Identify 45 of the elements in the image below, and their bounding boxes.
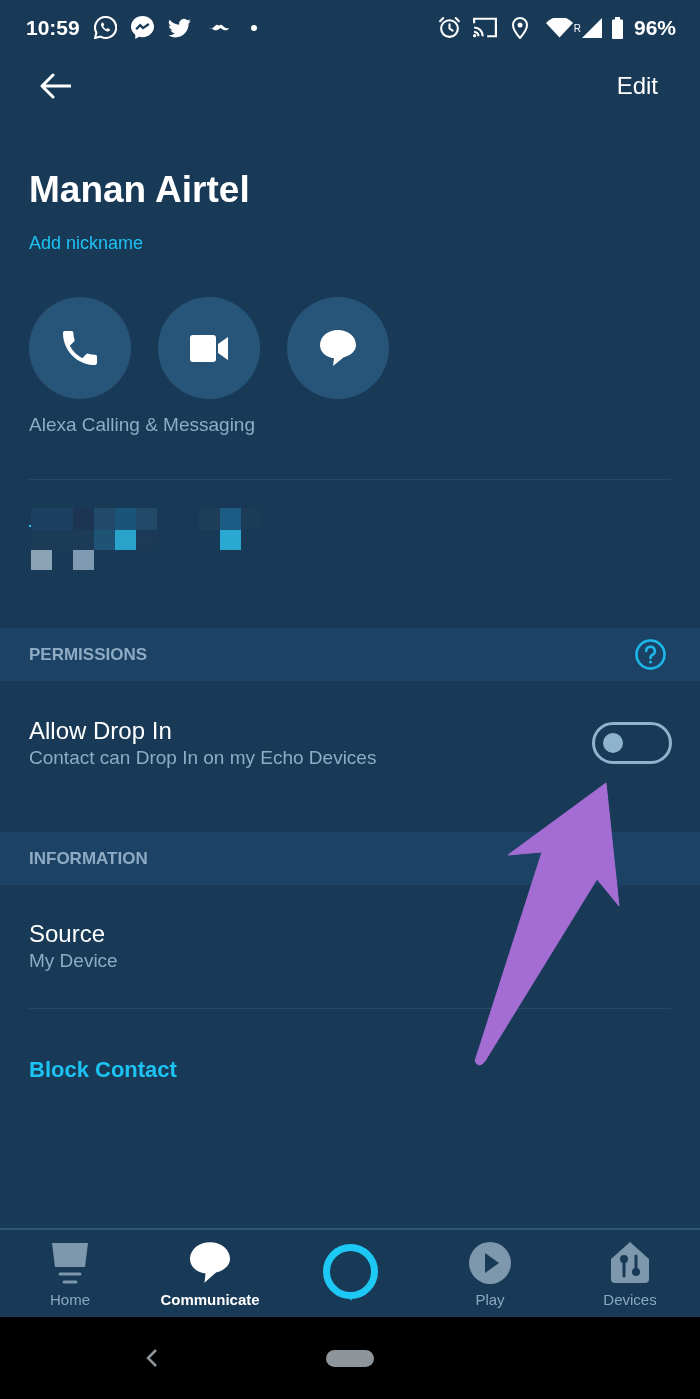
add-nickname-link[interactable]: Add nickname <box>29 231 144 255</box>
wifi-icon <box>545 17 573 38</box>
system-home-button[interactable] <box>326 1349 374 1367</box>
section-title: INFORMATION <box>29 847 148 870</box>
speech-bubble-icon <box>320 330 356 366</box>
edit-button[interactable]: Edit <box>616 72 658 100</box>
nav-tab[interactable]: Devices <box>603 1242 657 1308</box>
section-title: PERMISSIONS <box>29 643 148 666</box>
setting-title: Allow Drop In <box>29 716 173 746</box>
nav-tab[interactable]: Home <box>50 1242 90 1308</box>
signal-icon <box>581 17 602 38</box>
lightning-chat-bubble-icon <box>130 16 154 39</box>
chevron-left-icon <box>146 1348 158 1368</box>
back-arrow-icon <box>40 73 71 99</box>
bird-icon <box>167 17 191 38</box>
setting-description: Contact can Drop In on my Echo Devices <box>29 746 377 770</box>
actions-caption: Alexa Calling & Messaging <box>29 413 256 437</box>
house-sliders-icon <box>611 1242 649 1283</box>
system-back-button[interactable] <box>146 1348 158 1368</box>
contact-name: Manan Airtel <box>29 168 251 212</box>
nav-tab[interactable]: Play <box>469 1242 511 1308</box>
nav-tab[interactable]: Communicate <box>160 1242 260 1308</box>
location-pin-icon <box>511 16 528 39</box>
cast-icon <box>472 17 497 38</box>
back-button[interactable] <box>40 73 71 99</box>
alexa-button[interactable] <box>321 1244 379 1301</box>
phone-icon <box>63 331 97 365</box>
info-label: Source <box>29 919 107 949</box>
help-icon <box>635 639 666 670</box>
chat-bubble-icon <box>190 1242 230 1283</box>
dot-icon <box>250 24 257 31</box>
ring-icon <box>321 1244 379 1301</box>
battery-percentage: 96% <box>633 17 676 38</box>
block-contact-link[interactable]: Block Contact <box>29 1056 177 1084</box>
alarm-clock-icon <box>437 16 461 39</box>
help-button[interactable] <box>635 639 666 670</box>
roaming-mark: R <box>573 24 581 34</box>
status-time: 10:59 <box>26 17 80 38</box>
battery-icon <box>611 16 623 39</box>
video-camera-icon <box>190 334 228 362</box>
info-value: My Device <box>29 949 119 973</box>
screen-stand-icon <box>51 1242 89 1284</box>
play-icon <box>469 1242 511 1284</box>
switch-toggle[interactable] <box>592 722 672 764</box>
phone-chat-bubble-icon <box>93 16 117 39</box>
